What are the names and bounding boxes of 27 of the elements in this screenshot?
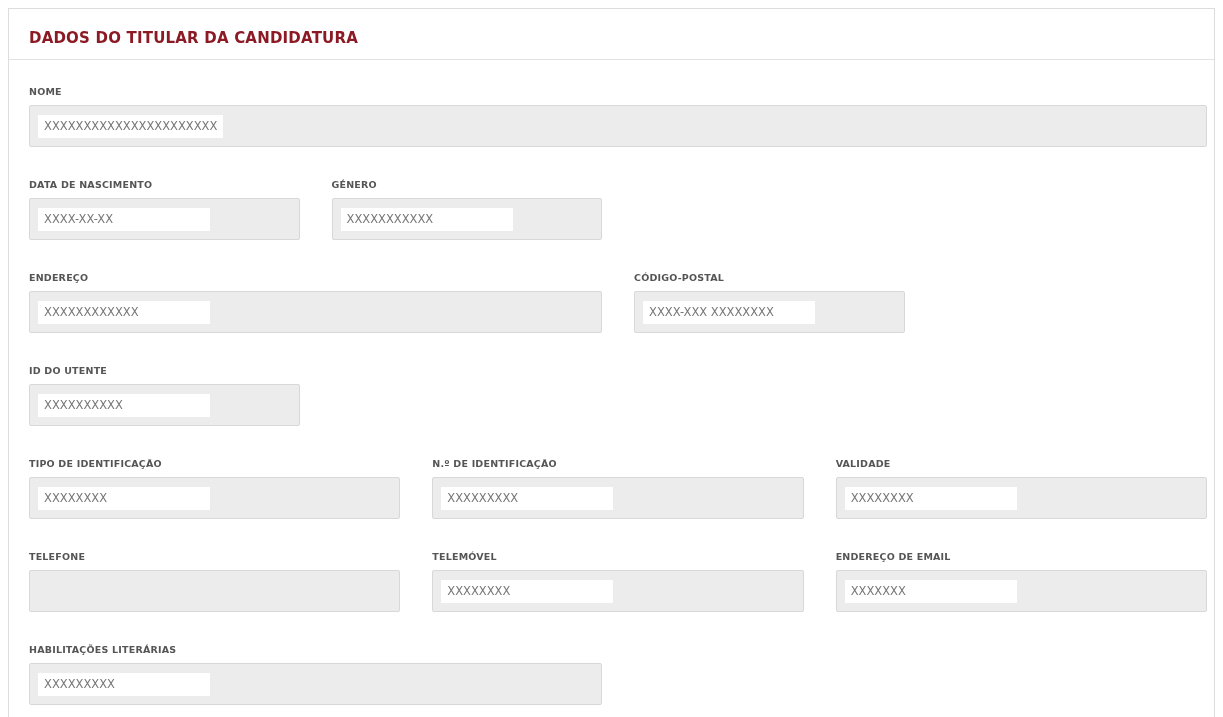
field-label: ID DO UTENTE — [29, 364, 107, 378]
input-field[interactable]: XXXXXXXXX — [432, 477, 804, 520]
input-field[interactable]: XXXXXXXX — [835, 477, 1207, 520]
input-field[interactable]: XXXXXXXXXX — [29, 384, 300, 427]
input-field[interactable]: XXXXXXXXX — [29, 663, 602, 706]
input-field[interactable]: XXXX-XXX XXXXXXXX — [634, 291, 905, 334]
field-label: ENDEREÇO DE EMAIL — [835, 550, 951, 564]
panel-title: DADOS DO TITULAR DA CANDIDATURA — [29, 29, 360, 47]
field-label: ENDEREÇO — [29, 271, 89, 285]
field-label: CÓDIGO-POSTAL — [634, 271, 725, 285]
input-field[interactable]: XXXXXXX — [835, 570, 1207, 613]
field-label: TELEMÓVEL — [432, 550, 497, 564]
field-label: VALIDADE — [835, 457, 891, 471]
input-field[interactable]: XXXXXXXXXXX — [331, 198, 602, 241]
field-label: N.º DE IDENTIFICAÇÃO — [432, 457, 557, 471]
field-label: DATA DE NASCIMENTO — [29, 178, 153, 192]
input-field[interactable]: XXXXXXXXXXXX — [29, 291, 602, 334]
field-label: HABILITAÇÕES LITERÁRIAS — [29, 643, 177, 657]
field-label: GÉNERO — [331, 178, 377, 192]
field-label: NOME — [29, 85, 62, 99]
input-field[interactable]: XXXXXXXX — [432, 570, 804, 613]
field-label: TELEFONE — [29, 550, 86, 564]
input-field[interactable]: XXXXXXXX — [29, 477, 401, 520]
input-field[interactable]: XXXX-XX-XX — [29, 198, 300, 241]
field-label: TIPO DE IDENTIFICAÇÃO — [29, 457, 162, 471]
input-field[interactable] — [29, 570, 401, 613]
input-field[interactable]: XXXXXXXXXXXXXXXXXXXXXX — [29, 105, 1207, 148]
